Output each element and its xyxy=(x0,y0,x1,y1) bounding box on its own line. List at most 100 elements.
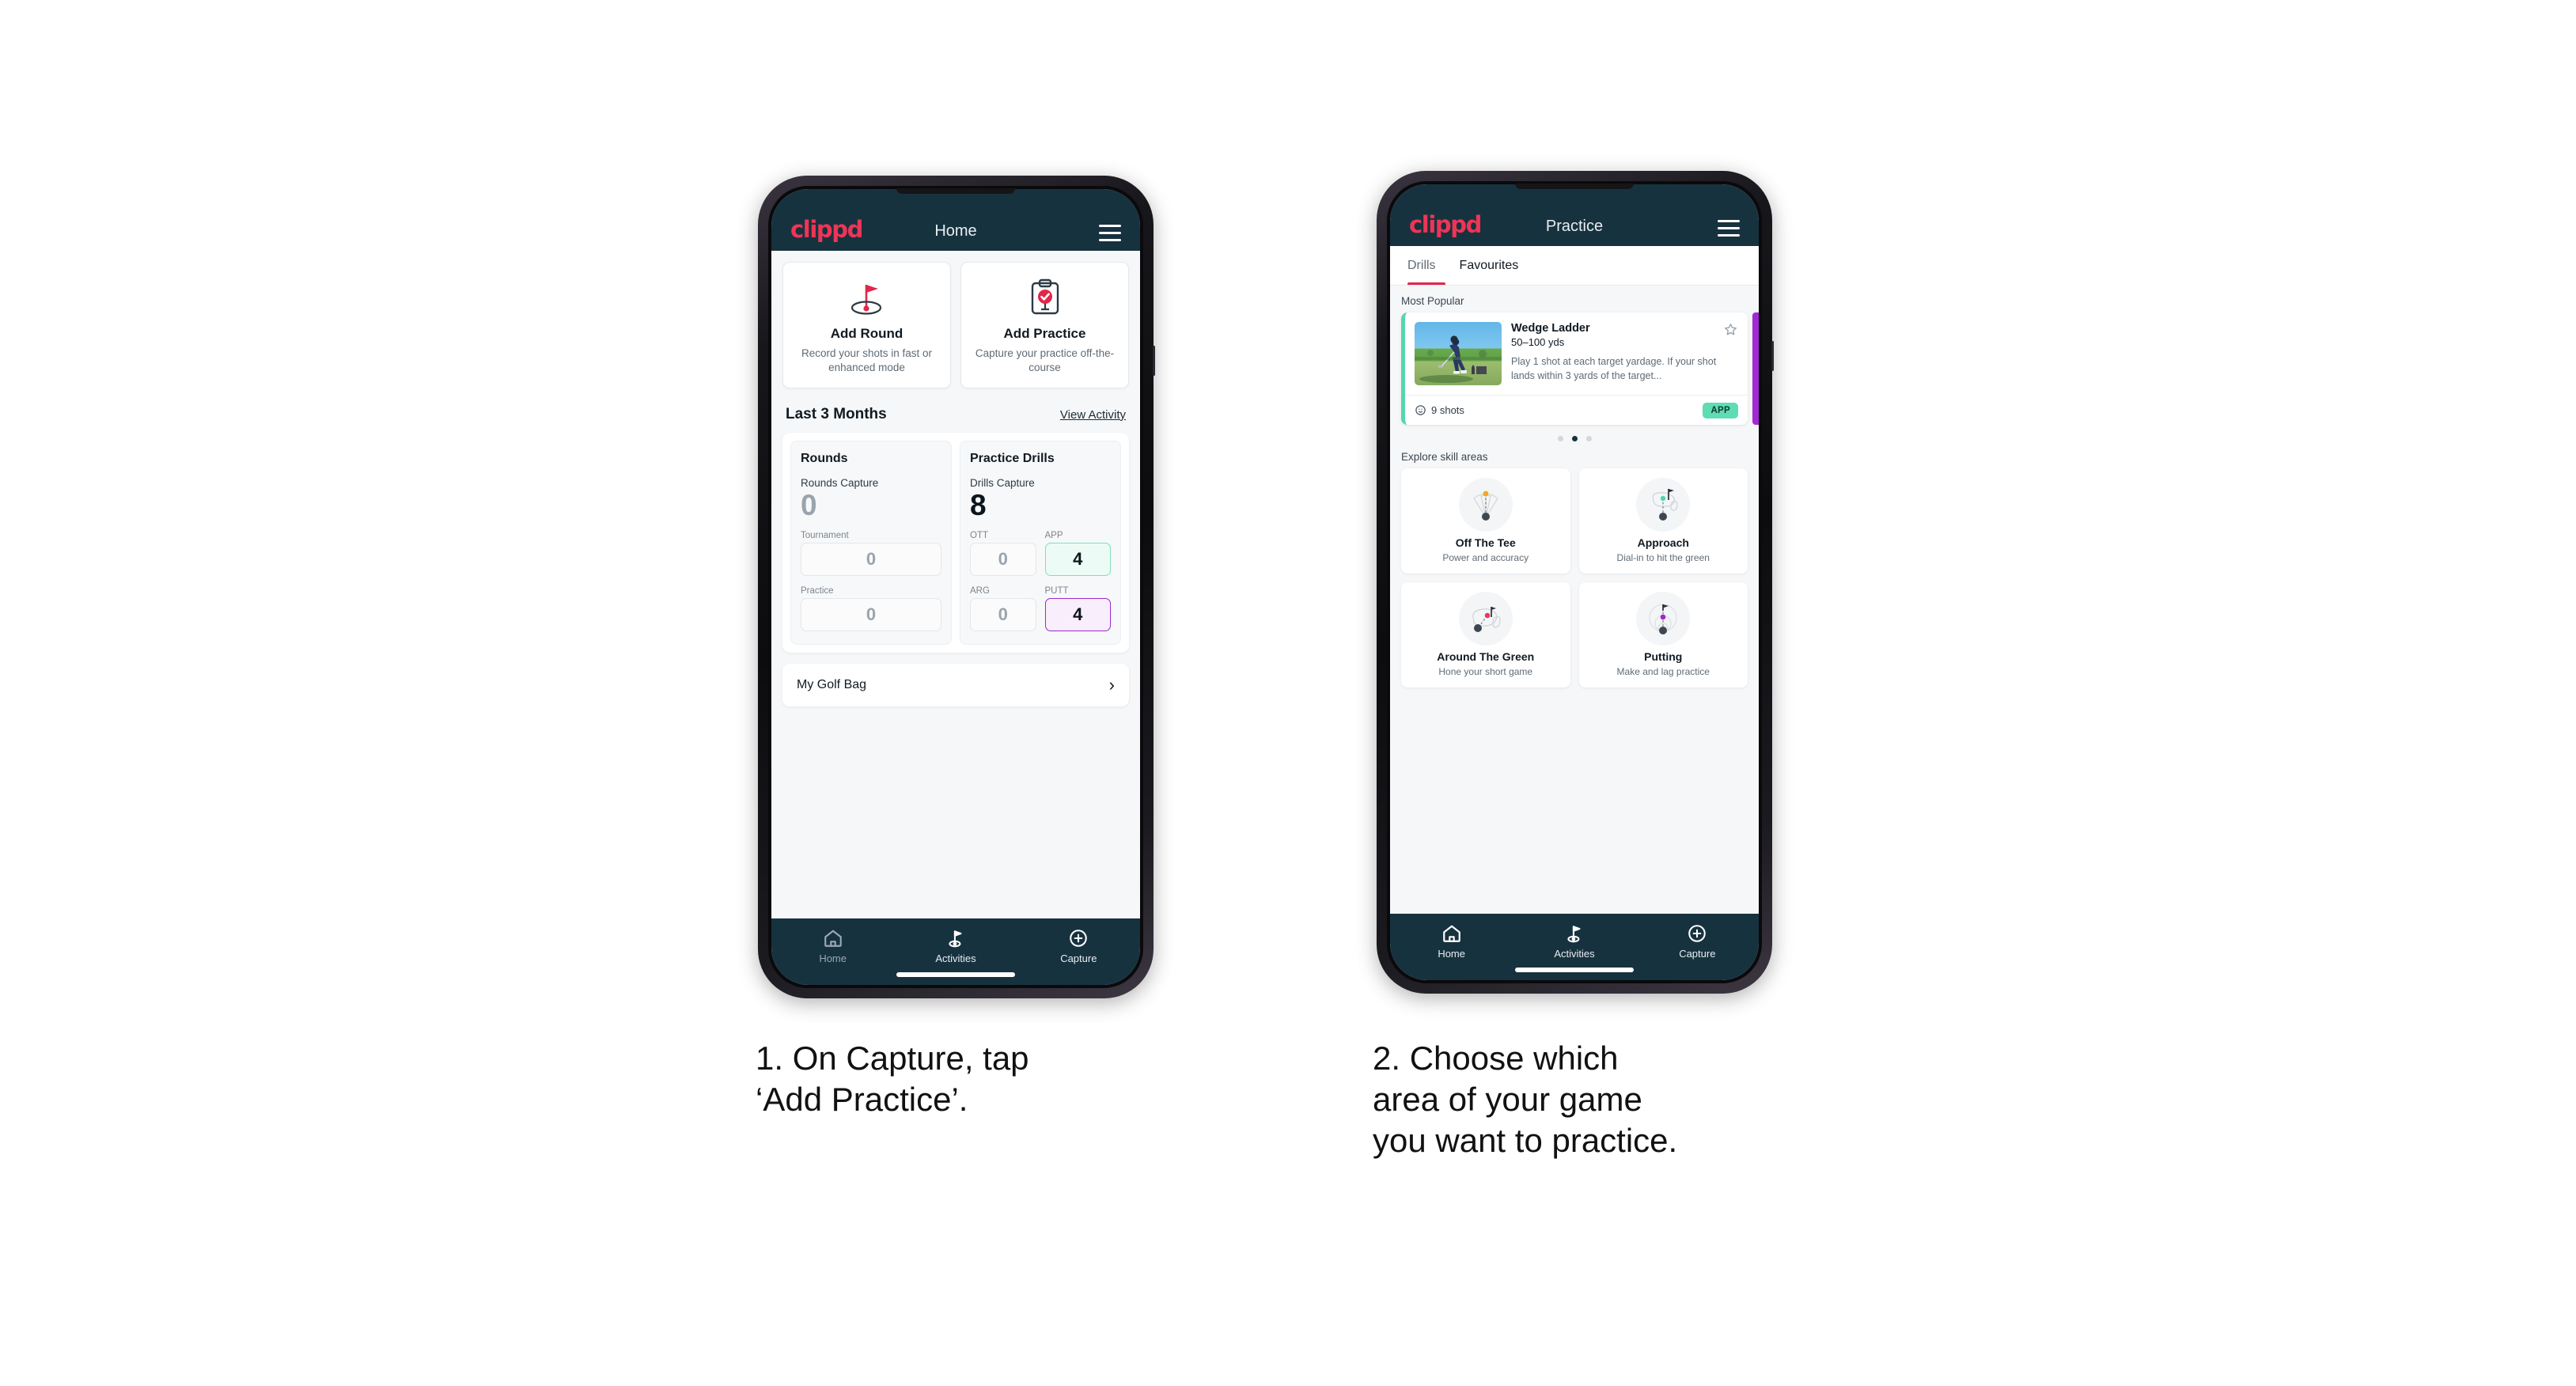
nav-item-home[interactable]: Home xyxy=(1390,923,1513,960)
app-value[interactable]: 4 xyxy=(1044,543,1111,577)
nav-item-capture[interactable]: Capture xyxy=(1017,928,1140,964)
rounds-capture-value: 0 xyxy=(801,488,817,521)
nav-label-activities: Activities xyxy=(935,952,976,964)
drill-title: Wedge Ladder xyxy=(1511,322,1590,335)
nav-item-activities[interactable]: Activities xyxy=(1513,923,1635,960)
most-popular-label: Most Popular xyxy=(1401,295,1464,307)
practice-value[interactable]: 0 xyxy=(801,598,941,632)
next-card-peek[interactable] xyxy=(1752,312,1759,425)
star-outline-icon xyxy=(1725,324,1737,335)
home-content: Add Round Record your shots in fast or e… xyxy=(771,251,1140,918)
putt-label: PUTT xyxy=(1044,586,1069,596)
carousel-dot-3[interactable] xyxy=(1585,436,1592,441)
home-indicator xyxy=(1515,968,1634,972)
rounds-column: Rounds Rounds Capture 0 Tournament 0 Pra… xyxy=(790,440,952,646)
tab-favourites[interactable]: Favourites xyxy=(1460,246,1519,285)
section-title: Last 3 Months xyxy=(786,405,887,422)
clippd-logo[interactable]: clippd xyxy=(1409,214,1482,237)
phone-2-notch xyxy=(1515,184,1634,189)
nav-label-capture: Capture xyxy=(1060,952,1097,964)
carousel-dot-2[interactable] xyxy=(1571,436,1578,441)
view-activity-link[interactable]: View Activity xyxy=(1060,408,1126,422)
skill-name: Around The Green xyxy=(1437,650,1535,663)
clipboard-check-icon xyxy=(969,275,1120,321)
skill-card-approach[interactable]: Approach Dial-in to hit the green xyxy=(1578,468,1748,574)
drill-range: 50–100 yds xyxy=(1511,336,1565,348)
add-practice-title: Add Practice xyxy=(1003,326,1086,341)
phone-1-side-button xyxy=(1153,346,1155,376)
tab-drills[interactable]: Drills xyxy=(1407,246,1436,285)
phone-1-inner: clippd Home Add Round Record your shots … xyxy=(768,186,1143,988)
drills-capture-value: 8 xyxy=(970,488,987,521)
drill-category-badge: APP xyxy=(1703,402,1738,418)
app-header: clippd Home xyxy=(771,189,1140,251)
chip-green-icon xyxy=(1458,592,1513,646)
explore-skill-areas-label: Explore skill areas xyxy=(1401,451,1488,463)
skill-sub: Power and accuracy xyxy=(1442,552,1529,563)
hamburger-menu-icon[interactable] xyxy=(1718,220,1740,237)
phone-2-inner: clippd Practice Drills Favourites Most P… xyxy=(1387,181,1762,983)
practice-drills-column: Practice Drills Drills Capture 8 OTT 0 A… xyxy=(960,440,1121,646)
golf-flag-icon xyxy=(949,930,962,948)
arg-value[interactable]: 0 xyxy=(970,598,1036,632)
golf-flag-hole-icon xyxy=(791,275,942,321)
phone-1-notch xyxy=(896,188,1015,194)
my-golf-bag-row[interactable]: My Golf Bag › xyxy=(782,664,1129,707)
skill-name: Off The Tee xyxy=(1455,536,1516,549)
drill-card-top: Wedge Ladder 50–100 yds Play 1 shot at e… xyxy=(1405,312,1748,395)
putting-rings-icon xyxy=(1636,592,1691,646)
carousel-dot-1[interactable] xyxy=(1557,436,1563,441)
clippd-logo[interactable]: clippd xyxy=(790,218,863,241)
caption-step-2: 2. Choose which area of your game you wa… xyxy=(1373,1040,1678,1160)
skill-sub: Make and lag practice xyxy=(1616,666,1710,677)
quick-action-row: Add Round Record your shots in fast or e… xyxy=(782,251,1129,388)
skill-sub: Hone your short game xyxy=(1438,666,1533,677)
add-round-card[interactable]: Add Round Record your shots in fast or e… xyxy=(782,262,951,388)
arg-label: ARG xyxy=(970,586,990,596)
nav-item-home[interactable]: Home xyxy=(771,928,894,964)
drills-title: Practice Drills xyxy=(970,451,1055,465)
hamburger-menu-icon[interactable] xyxy=(1099,225,1121,241)
add-round-subtitle: Record your shots in fast or enhanced mo… xyxy=(801,347,933,373)
drill-thumbnail xyxy=(1415,322,1502,385)
rounds-title: Rounds xyxy=(801,451,848,465)
tab-active-underline xyxy=(1407,282,1445,285)
phone-2-frame: clippd Practice Drills Favourites Most P… xyxy=(1377,171,1774,994)
practice-label: Practice xyxy=(801,586,834,596)
nav-label-capture: Capture xyxy=(1679,948,1716,960)
nav-label-home: Home xyxy=(819,952,847,964)
carousel-dots[interactable] xyxy=(1401,425,1748,451)
caption-step-1: 1. On Capture, tap ‘Add Practice’. xyxy=(756,1040,1029,1119)
skill-areas-grid: Off The Tee Power and accuracy Approach … xyxy=(1401,468,1748,687)
approach-green-icon xyxy=(1636,478,1691,532)
skill-card-off-the-tee[interactable]: Off The Tee Power and accuracy xyxy=(1401,468,1570,574)
screenshot-stage: clippd Home Add Round Record your shots … xyxy=(0,0,2576,1386)
ott-value[interactable]: 0 xyxy=(970,543,1036,577)
drill-info: Wedge Ladder 50–100 yds Play 1 shot at e… xyxy=(1511,322,1738,385)
nav-label-activities: Activities xyxy=(1554,948,1595,960)
skill-card-putting[interactable]: Putting Make and lag practice xyxy=(1578,582,1748,687)
last-3-months-header: Last 3 Months View Activity xyxy=(782,388,1129,433)
drill-card-wedge-ladder[interactable]: Wedge Ladder 50–100 yds Play 1 shot at e… xyxy=(1401,312,1748,425)
nav-item-capture[interactable]: Capture xyxy=(1636,923,1759,960)
app-label: APP xyxy=(1044,531,1063,541)
skill-name: Approach xyxy=(1637,536,1689,549)
add-round-title: Add Round xyxy=(830,326,903,341)
plus-circle-icon xyxy=(1070,930,1088,947)
practice-content: Most Popular Wedge Ladder 50–100 yds Pla… xyxy=(1390,286,1759,914)
drill-shots: 9 shots xyxy=(1415,404,1464,416)
drill-carousel[interactable]: Wedge Ladder 50–100 yds Play 1 shot at e… xyxy=(1401,312,1759,425)
bottom-navigation: Home Activities Capture xyxy=(771,918,1140,985)
add-practice-card[interactable]: Add Practice Capture your practice off-t… xyxy=(960,262,1129,388)
plus-circle-icon xyxy=(1688,925,1707,942)
bottom-navigation: Home Activities Capture xyxy=(1390,914,1759,980)
putt-value[interactable]: 4 xyxy=(1044,598,1111,632)
phone-1-screen: clippd Home Add Round Record your shots … xyxy=(771,189,1140,985)
tournament-value[interactable]: 0 xyxy=(801,543,941,577)
stats-panel: Rounds Rounds Capture 0 Tournament 0 Pra… xyxy=(782,432,1129,653)
my-golf-bag-label: My Golf Bag xyxy=(797,678,867,692)
tee-dispersion-icon xyxy=(1458,478,1513,532)
add-practice-subtitle: Capture your practice off-the-course xyxy=(975,347,1115,373)
skill-card-around-the-green[interactable]: Around The Green Hone your short game xyxy=(1401,582,1570,687)
nav-item-activities[interactable]: Activities xyxy=(894,928,1017,964)
